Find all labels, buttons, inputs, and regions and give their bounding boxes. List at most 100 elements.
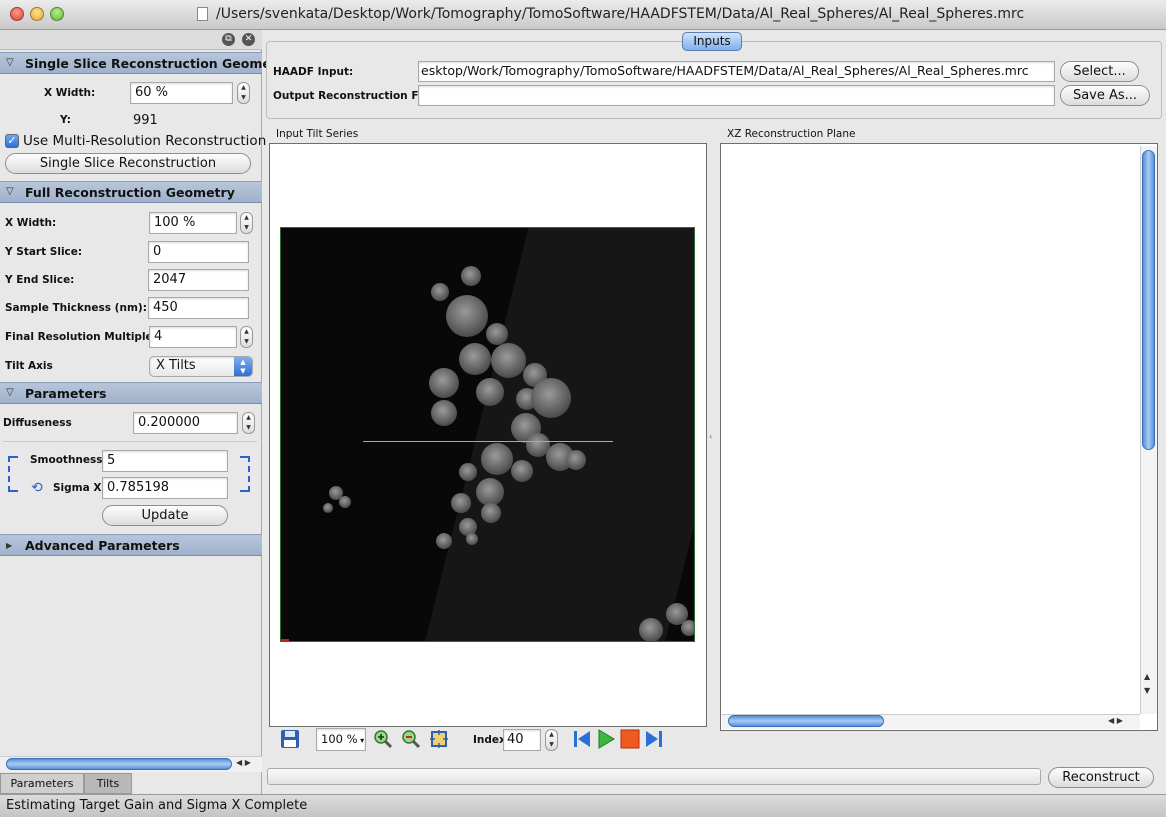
collapsed-triangle-icon: ▶ xyxy=(6,541,13,550)
single-y-value: 991 xyxy=(133,113,158,128)
particle xyxy=(339,496,351,508)
output-file-label: Output Reconstruction File: xyxy=(273,90,438,102)
link-icon[interactable]: ⟲ xyxy=(31,480,43,496)
particle xyxy=(639,618,663,641)
detach-panel-icon[interactable]: ⧉ xyxy=(222,33,235,46)
update-button[interactable]: Update xyxy=(102,505,228,526)
particle xyxy=(461,266,481,286)
particle xyxy=(436,533,452,549)
diffuseness-label: Diffuseness xyxy=(3,417,72,429)
progress-bar xyxy=(267,768,1041,785)
zoom-select[interactable]: 100 % ▾ xyxy=(316,728,366,751)
particle xyxy=(323,503,333,513)
minimize-window-button[interactable] xyxy=(30,7,44,21)
reconstruct-button[interactable]: Reconstruct xyxy=(1048,767,1154,788)
particle xyxy=(476,378,504,406)
y-end-field[interactable]: 2047 xyxy=(148,269,249,291)
smoothness-field[interactable]: 5 xyxy=(102,450,228,472)
xz-hscroll-thumb[interactable] xyxy=(728,715,884,727)
floppy-disk-icon[interactable] xyxy=(280,729,300,749)
expand-triangle-icon: ▽ xyxy=(6,186,14,197)
single-x-width-field[interactable]: 60 % xyxy=(130,82,233,104)
diffuseness-field[interactable]: 0.200000 xyxy=(133,412,238,434)
thickness-field[interactable]: 450 xyxy=(148,297,249,319)
full-x-width-field[interactable]: 100 % xyxy=(149,212,237,234)
document-icon xyxy=(197,7,208,21)
sigma-x-field[interactable]: 0.785198 xyxy=(102,477,228,499)
stop-icon[interactable] xyxy=(620,729,640,749)
close-panel-icon[interactable]: ✕ xyxy=(242,33,255,46)
tilt-axis-label: Tilt Axis xyxy=(5,360,53,372)
scroll-arrows-icon[interactable]: ◀ ▶ xyxy=(236,758,251,767)
thickness-label: Sample Thickness (nm): xyxy=(5,302,147,314)
smoothness-label: Smoothness: xyxy=(30,454,107,466)
particle xyxy=(431,400,457,426)
splitter-handle-icon[interactable]: ‹ xyxy=(709,432,712,441)
save-as-button[interactable]: Save As... xyxy=(1060,85,1150,106)
single-slice-reconstruction-button[interactable]: Single Slice Reconstruction xyxy=(5,153,251,174)
select-button[interactable]: Select... xyxy=(1060,61,1139,82)
particle xyxy=(476,478,504,506)
tilt-axis-value: X Tilts xyxy=(156,358,196,373)
particle xyxy=(566,450,586,470)
xz-plane-title: XZ Reconstruction Plane xyxy=(727,128,856,140)
single-x-width-stepper[interactable]: ▲ ▼ xyxy=(237,82,250,104)
index-stepper[interactable]: ▲ ▼ xyxy=(545,729,558,751)
particle xyxy=(451,493,471,513)
expand-triangle-icon: ▽ xyxy=(6,387,14,398)
index-label: Index xyxy=(473,734,506,746)
link-bracket-right xyxy=(240,456,250,492)
diffuseness-stepper[interactable]: ▲ ▼ xyxy=(242,412,255,434)
tilt-series-image[interactable] xyxy=(280,227,695,642)
skip-to-last-icon[interactable] xyxy=(644,729,664,749)
zoom-window-button[interactable] xyxy=(50,7,64,21)
single-x-width-label: X Width: xyxy=(44,87,96,99)
zoom-value: 100 % xyxy=(321,732,358,746)
scale-marker xyxy=(281,639,289,641)
xz-vscroll-thumb[interactable] xyxy=(1142,150,1155,450)
select-arrows-icon[interactable]: ▲ ▼ xyxy=(234,357,252,376)
haadf-input-label: HAADF Input: xyxy=(273,66,354,78)
status-text: Estimating Target Gain and Sigma X Compl… xyxy=(6,798,308,813)
section-full-geometry-header[interactable]: ▽ Full Reconstruction Geometry xyxy=(0,181,262,203)
sigma-x-label: Sigma X: xyxy=(53,482,106,494)
particle xyxy=(491,343,526,378)
multires-checkbox[interactable]: ✓ xyxy=(5,134,19,148)
final-resolution-field[interactable]: 4 xyxy=(149,326,237,348)
haadf-input-field[interactable]: esktop/Work/Tomography/TomoSoftware/HAAD… xyxy=(418,61,1055,82)
y-start-label: Y Start Slice: xyxy=(5,246,83,258)
section-advanced-header[interactable]: ▶ Advanced Parameters xyxy=(0,534,262,556)
tab-tilts[interactable]: Tilts xyxy=(84,773,132,794)
tab-inputs[interactable]: Inputs xyxy=(682,32,742,51)
output-file-field[interactable] xyxy=(418,85,1055,106)
multires-label: Use Multi-Resolution Reconstruction xyxy=(23,133,267,149)
particle xyxy=(511,460,533,482)
expand-triangle-icon: ▽ xyxy=(6,57,14,68)
full-x-width-label: X Width: xyxy=(5,217,57,229)
sidebar-hscroll-thumb[interactable] xyxy=(6,758,232,770)
close-window-button[interactable] xyxy=(10,7,24,21)
y-start-field[interactable]: 0 xyxy=(148,241,249,263)
particle xyxy=(486,323,508,345)
slice-position-line[interactable] xyxy=(363,441,613,442)
vscroll-arrows-icon[interactable]: ▲ ▼ xyxy=(1144,670,1150,698)
particle xyxy=(459,463,477,481)
section-single-slice-header[interactable]: ▽ Single Slice Reconstruction Geometry xyxy=(0,52,291,74)
window-title: /Users/svenkata/Desktop/Work/Tomography/… xyxy=(216,6,1025,22)
zoom-in-icon[interactable] xyxy=(373,729,393,749)
particle xyxy=(481,503,501,523)
link-bracket-left xyxy=(8,456,18,492)
section-parameters-header[interactable]: ▽ Parameters xyxy=(0,382,262,404)
index-field[interactable]: 40 xyxy=(503,729,541,751)
skip-to-first-icon[interactable] xyxy=(572,729,592,749)
tab-parameters[interactable]: Parameters xyxy=(0,773,84,794)
fit-to-window-icon[interactable] xyxy=(429,729,449,749)
particle xyxy=(431,283,449,301)
particle xyxy=(429,368,459,398)
play-icon[interactable] xyxy=(596,729,616,749)
final-resolution-stepper[interactable]: ▲ ▼ xyxy=(240,326,253,348)
full-x-width-stepper[interactable]: ▲ ▼ xyxy=(240,212,253,234)
zoom-out-icon[interactable] xyxy=(401,729,421,749)
xz-plane-viewer[interactable] xyxy=(720,143,1158,731)
hscroll-arrows-icon[interactable]: ◀ ▶ xyxy=(1108,716,1123,725)
